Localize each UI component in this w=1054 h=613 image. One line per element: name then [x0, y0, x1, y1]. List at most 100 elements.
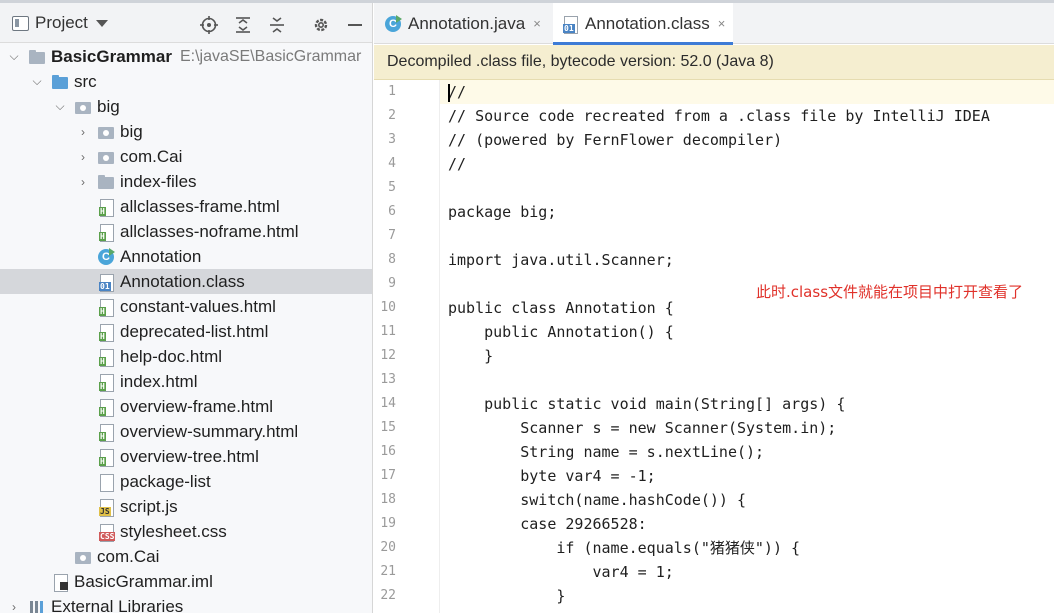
- tree-item-file[interactable]: H deprecated-list.html: [0, 319, 372, 344]
- tree-item-label: stylesheet.css: [120, 521, 227, 541]
- tree-item-iml[interactable]: BasicGrammar.iml: [0, 569, 372, 594]
- source-folder-icon: [51, 73, 69, 91]
- tree-item-label: Annotation: [120, 246, 202, 266]
- project-panel-title: Project: [35, 13, 88, 32]
- line-number: 22: [380, 588, 396, 603]
- tree-item-label: help-doc.html: [120, 346, 223, 366]
- line-number-gutter: 1 2 3 4 5 6 7 8 9 10 11 12 13 14 15 16 17 18 19 20 21 22: [374, 80, 440, 613]
- settings-button[interactable]: [311, 15, 331, 35]
- code-line: Scanner s = new Scanner(System.in);: [448, 419, 837, 437]
- hide-panel-button[interactable]: [345, 15, 365, 35]
- java-class-icon: [97, 247, 115, 266]
- project-view-selector[interactable]: Project: [12, 12, 108, 34]
- code-line: package big;: [448, 203, 557, 221]
- editor-area: Annotation.java × 01 Annotation.class × …: [374, 3, 1054, 613]
- tree-item-file[interactable]: JS script.js: [0, 494, 372, 519]
- tree-item-basicgrammar[interactable]: ⌵ BasicGrammar E:\javaSE\BasicGrammar: [0, 44, 372, 69]
- tree-item-external-libraries[interactable]: › External Libraries: [0, 594, 372, 613]
- line-number: 15: [380, 420, 396, 435]
- tab-label: Annotation.java: [408, 13, 526, 33]
- collapse-all-button[interactable]: [267, 15, 287, 35]
- tree-item-file[interactable]: H allclasses-frame.html: [0, 194, 372, 219]
- tree-item-label: big: [97, 96, 120, 116]
- tree-item-file[interactable]: H help-doc.html: [0, 344, 372, 369]
- tree-item-com-cai-src[interactable]: com.Cai: [0, 544, 372, 569]
- tree-item-index-files[interactable]: › index-files: [0, 169, 372, 194]
- tree-item-big[interactable]: ⌵ big: [0, 94, 372, 119]
- collapse-all-icon: [270, 17, 284, 33]
- tree-item-file[interactable]: H index.html: [0, 369, 372, 394]
- code-line: case 29266528:: [448, 515, 647, 533]
- tree-item-label: index.html: [120, 371, 198, 391]
- tab-annotation-class[interactable]: 01 Annotation.class ×: [553, 3, 734, 45]
- line-number: 4: [388, 156, 396, 171]
- library-icon: [28, 598, 46, 613]
- chevron-right-icon[interactable]: ›: [8, 600, 20, 613]
- locate-file-button[interactable]: [199, 15, 219, 35]
- tree-item-file[interactable]: Annotation: [0, 244, 372, 269]
- package-icon: [74, 98, 92, 116]
- editor-tabs: Annotation.java × 01 Annotation.class ×: [374, 3, 1054, 45]
- html-file-icon: H: [97, 423, 115, 442]
- expand-all-button[interactable]: [233, 15, 253, 35]
- tree-item-label: Annotation.class: [120, 271, 245, 291]
- tree-item-file[interactable]: H overview-tree.html: [0, 444, 372, 469]
- tree-item-file[interactable]: H overview-summary.html: [0, 419, 372, 444]
- code-line: var4 = 1;: [448, 563, 674, 581]
- code-line: //: [448, 83, 467, 101]
- line-number: 20: [380, 540, 396, 555]
- chevron-down-icon[interactable]: ⌵: [31, 74, 43, 88]
- code-area[interactable]: // // Source code recreated from a .class…: [440, 80, 1054, 613]
- chevron-right-icon[interactable]: ›: [77, 150, 89, 164]
- window-top-strip: [0, 0, 1054, 3]
- code-line: //: [448, 155, 467, 173]
- tree-item-file-selected[interactable]: 01 Annotation.class: [0, 269, 372, 294]
- gear-icon: [314, 18, 328, 32]
- html-file-icon: H: [97, 398, 115, 417]
- tree-item-file[interactable]: CSS stylesheet.css: [0, 519, 372, 544]
- code-line: // Source code recreated from a .class f…: [448, 107, 990, 125]
- code-line: }: [448, 587, 566, 605]
- line-number: 11: [380, 324, 396, 339]
- line-number: 5: [388, 180, 396, 195]
- tree-item-label: overview-frame.html: [120, 396, 274, 416]
- class-file-icon: 01: [97, 273, 115, 292]
- tree-item-file[interactable]: H constant-values.html: [0, 294, 372, 319]
- tree-item-file[interactable]: package-list: [0, 469, 372, 494]
- tree-item-big-sub[interactable]: › big: [0, 119, 372, 144]
- line-number: 16: [380, 444, 396, 459]
- chevron-right-icon[interactable]: ›: [77, 175, 89, 189]
- tree-item-label: BasicGrammar.iml: [74, 571, 213, 591]
- text-file-icon: [97, 473, 115, 492]
- tree-item-label: overview-summary.html: [120, 421, 299, 441]
- tree-item-label: index-files: [120, 171, 197, 191]
- code-line: // (powered by FernFlower decompiler): [448, 131, 783, 149]
- tree-item-com-cai[interactable]: › com.Cai: [0, 144, 372, 169]
- tree-item-label: External Libraries: [51, 596, 184, 613]
- chevron-right-icon[interactable]: ›: [77, 125, 89, 139]
- chevron-down-icon[interactable]: ⌵: [54, 99, 66, 113]
- code-line: public Annotation() {: [448, 323, 674, 341]
- close-icon[interactable]: ×: [718, 16, 726, 31]
- tree-item-label: src: [74, 71, 97, 91]
- tree-item-file[interactable]: H overview-frame.html: [0, 394, 372, 419]
- decompiled-banner: Decompiled .class file, bytecode version…: [374, 45, 1054, 80]
- tree-item-file[interactable]: H allclasses-noframe.html: [0, 219, 372, 244]
- html-file-icon: H: [97, 448, 115, 467]
- html-file-icon: H: [97, 298, 115, 317]
- tree-item-label: script.js: [120, 496, 178, 516]
- line-number: 10: [380, 300, 396, 315]
- tab-annotation-java[interactable]: Annotation.java ×: [376, 3, 549, 44]
- line-number: 21: [380, 564, 396, 579]
- code-line: byte var4 = -1;: [448, 467, 656, 485]
- tree-item-label: overview-tree.html: [120, 446, 259, 466]
- tree-item-src[interactable]: ⌵ src: [0, 69, 372, 94]
- project-icon: [12, 15, 29, 31]
- html-file-icon: H: [97, 323, 115, 342]
- close-icon[interactable]: ×: [533, 16, 541, 31]
- tree-item-label: allclasses-frame.html: [120, 196, 280, 216]
- chevron-down-icon[interactable]: ⌵: [8, 49, 20, 63]
- line-number: 13: [380, 372, 396, 387]
- minimize-icon: [348, 24, 362, 26]
- tree-item-label: package-list: [120, 471, 211, 491]
